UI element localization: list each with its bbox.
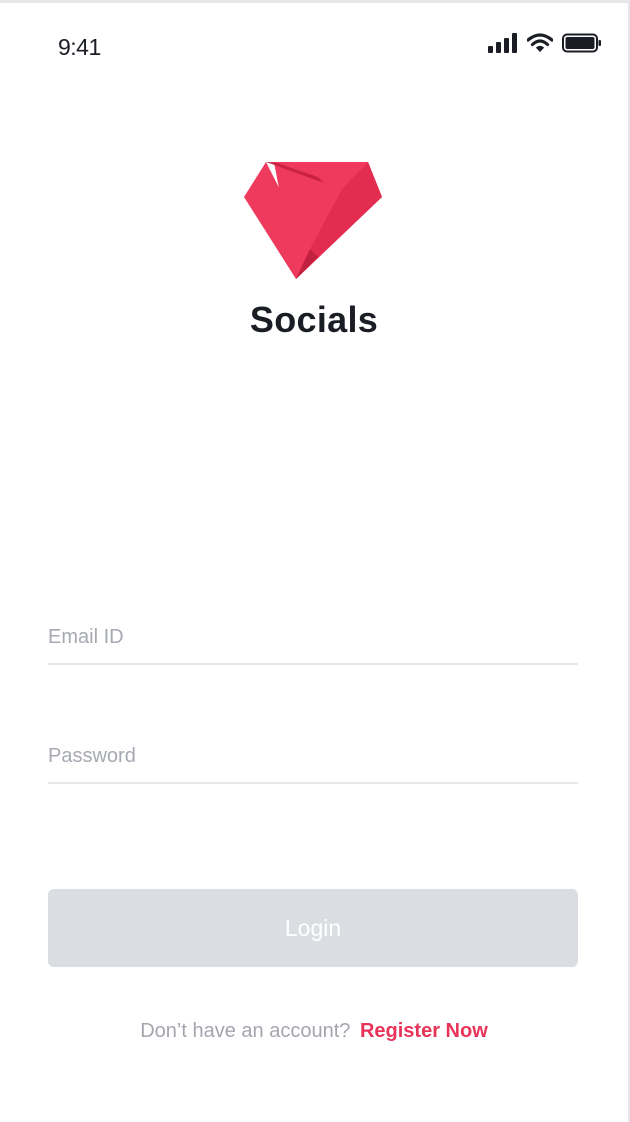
status-time: 9:41 [58, 34, 101, 60]
status-icons [488, 33, 602, 53]
app-title: Socials [249, 299, 379, 340]
register-row: Don’t have an account? Register Now [0, 1020, 628, 1043]
battery-icon [562, 33, 601, 53]
wifi-icon [527, 33, 553, 52]
register-prompt: Don’t have an account? [140, 1020, 351, 1042]
email-field[interactable] [48, 626, 578, 649]
v-ribbon-logo [244, 162, 382, 279]
password-field-container [48, 722, 578, 784]
password-field[interactable] [48, 745, 578, 768]
register-now-link[interactable]: Register Now [360, 1020, 488, 1042]
login-screen: 9:41 Socials Login Don’ [0, 0, 630, 1122]
login-button[interactable]: Login [48, 889, 578, 967]
email-field-container [48, 603, 578, 665]
signal-icon [488, 33, 517, 53]
